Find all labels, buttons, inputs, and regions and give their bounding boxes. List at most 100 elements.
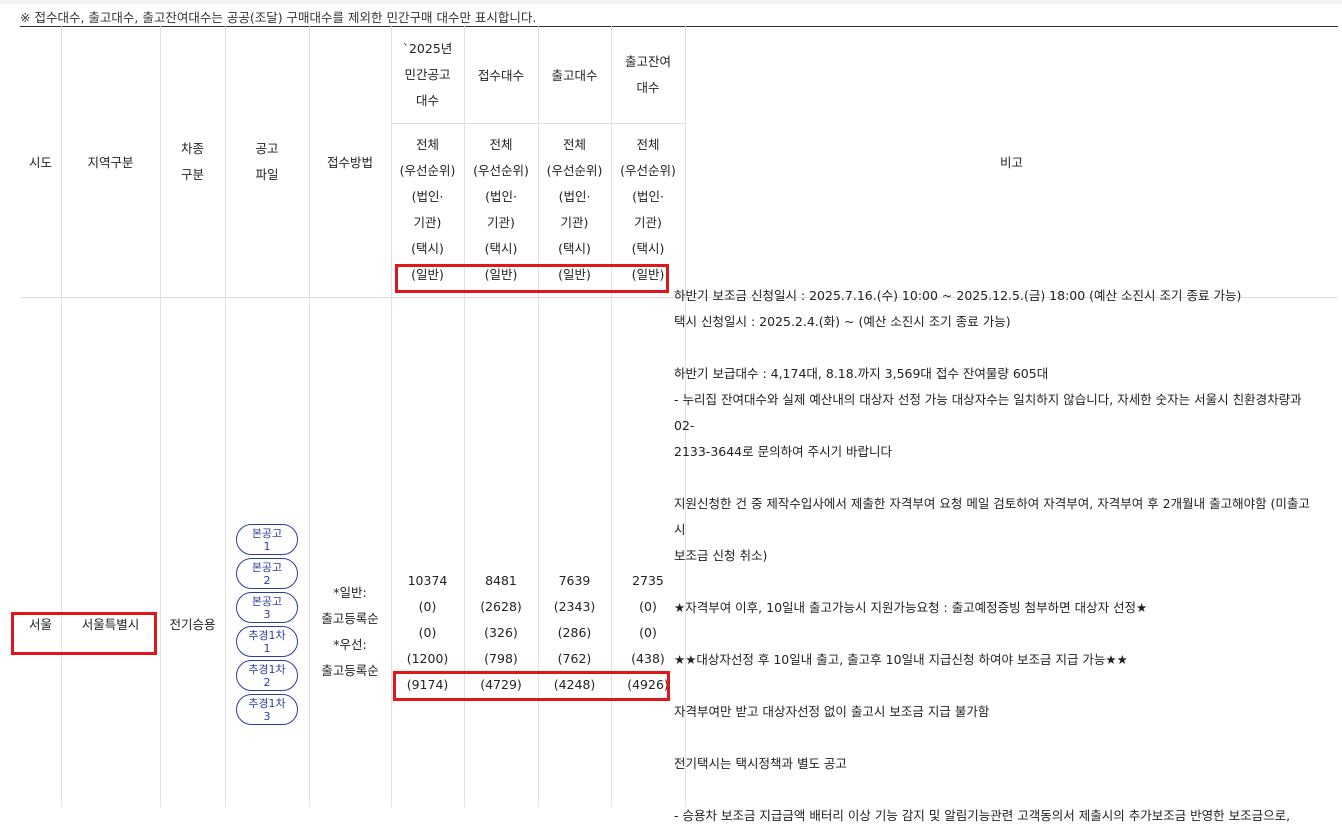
button-number: 3 — [263, 607, 271, 621]
value: (0) — [418, 599, 437, 614]
value: (286) — [557, 625, 592, 640]
notice-file-buttons: 본공고 1 본공고 2 본공고 3 추경1차 1 추경1차 2 추경1차 3 — [234, 524, 300, 725]
button-number: 1 — [263, 641, 271, 655]
button-number: 1 — [263, 539, 271, 553]
remark-line — [674, 673, 1314, 699]
button-label: 추경1차 — [248, 696, 286, 710]
method-line: 출고등록순 — [321, 611, 379, 626]
notice-button-main-2[interactable]: 본공고 2 — [236, 558, 298, 589]
sub-label: 전체 — [562, 137, 586, 152]
remark-line: 자격부여만 받고 대상자선정 없이 출고시 보조금 지급 불가함 — [674, 704, 990, 719]
sub-label: (택시) — [631, 241, 665, 256]
remark-line: 전기택시는 택시정책과 별도 공고 — [674, 756, 847, 771]
header-region: 지역구분 — [87, 155, 134, 170]
value: (0) — [639, 625, 657, 640]
sub-label: (법인· — [485, 189, 517, 204]
button-number: 2 — [263, 573, 271, 587]
header-car-type-line1: 차종 — [180, 140, 204, 156]
button-label: 본공고 — [251, 560, 283, 574]
row-method: *일반: 출고등록순 *우선: 출고등록순 — [309, 578, 391, 686]
value: (798) — [484, 651, 518, 666]
method-line: *일반: — [333, 585, 367, 600]
header-remaining-line1: 출고잔여 — [624, 53, 671, 69]
remark-line: 택시 신청일시 : 2025.2.4.(화) ~ (예산 소진시 조기 종료 가… — [674, 314, 1011, 329]
header-budget-line1: `2025년 — [402, 40, 453, 56]
remark-line: ★자격부여 이후, 10일내 출고가능시 지원가능요청 : 출고예정증빙 첨부하… — [674, 600, 1148, 615]
highlight-seoul-row — [11, 612, 157, 655]
header-car-type: 차종구분 — [160, 26, 225, 297]
header-budget-line3: 대수 — [415, 92, 439, 108]
button-label: 추경1차 — [248, 662, 286, 676]
remark-line — [674, 335, 1314, 361]
sub-label: (우선순위) — [546, 163, 603, 178]
remark-line — [674, 777, 1314, 803]
sub-label: 전체 — [489, 137, 513, 152]
value: 7639 — [558, 573, 591, 588]
header-notice-file-line2: 파일 — [255, 166, 279, 182]
sub-label: (법인· — [632, 189, 664, 204]
sub-label: (택시) — [558, 241, 591, 256]
remark-line — [674, 725, 1314, 751]
sub-label: (우선순위) — [473, 163, 529, 178]
button-label: 본공고 — [251, 594, 283, 608]
sub-label: (법인· — [558, 189, 591, 204]
highlight-general-values — [393, 671, 670, 701]
header-sido: 시도 — [28, 155, 52, 170]
header-notice-file-line1: 공고 — [255, 140, 279, 156]
remark-line: 하반기 보조금 신청일시 : 2025.7.16.(수) 10:00 ~ 202… — [674, 288, 1242, 303]
value: (438) — [631, 651, 665, 666]
header-received: 접수대수 — [477, 68, 524, 83]
sub-label: 기관) — [560, 215, 589, 230]
row-car-type: 전기승용 — [169, 616, 216, 632]
remark-line — [674, 621, 1314, 647]
button-label: 추경1차 — [248, 628, 286, 642]
remark-line: 2133-3644로 문의하여 주시기 바랍니다 — [674, 444, 893, 459]
notice-text: ※ 접수대수, 출고대수, 출고잔여대수는 공공(조달) 구매대수를 제외한 민… — [20, 10, 537, 25]
header-released: 출고대수 — [551, 68, 598, 83]
value: 8481 — [485, 573, 517, 588]
remark-line: 지원신청한 건 중 제작수입사에서 제출한 자격부여 요청 메일 검토하여 자격… — [674, 496, 1310, 537]
highlight-general-header — [395, 264, 669, 293]
remark-line — [674, 569, 1314, 595]
value: (326) — [484, 625, 518, 640]
remarks-content: 하반기 보조금 신청일시 : 2025.7.16.(수) 10:00 ~ 202… — [674, 283, 1314, 829]
sub-label: (택시) — [484, 241, 518, 256]
header-notice-file: 공고파일 — [225, 26, 309, 297]
sub-label: (우선순위) — [620, 163, 676, 178]
header-budget-line2: 민간공고 — [404, 66, 451, 82]
remark-line: 하반기 보급대수 : 4,174대, 8.18.까지 3,569대 접수 잔여물… — [674, 366, 1049, 381]
header-remaining-line2: 대수 — [636, 79, 660, 95]
value: (2343) — [553, 599, 596, 614]
sub-label: 기관) — [634, 215, 662, 230]
value: (2628) — [480, 599, 522, 614]
sub-label: (우선순위) — [399, 163, 456, 178]
sub-label: 기관) — [487, 215, 515, 230]
header-car-type-line2: 구분 — [180, 166, 204, 182]
notice-button-supp-3[interactable]: 추경1차 3 — [236, 694, 298, 725]
header-remaining: 출고잔여대수 — [611, 26, 685, 123]
header-remarks: 비고 — [999, 155, 1023, 170]
header-method: 접수방법 — [326, 155, 373, 170]
notice-button-main-1[interactable]: 본공고 1 — [236, 524, 298, 555]
remark-line: 보조금 신청 취소) — [674, 548, 768, 563]
button-label: 본공고 — [251, 526, 283, 540]
sub-label: 전체 — [636, 137, 660, 152]
sub-label: 전체 — [415, 137, 439, 152]
value: (1200) — [406, 651, 449, 666]
notice-button-main-3[interactable]: 본공고 3 — [236, 592, 298, 623]
remark-line: - 누리집 잔여대수와 실제 예산내의 대상자 선정 가능 대상자수는 일치하지… — [674, 392, 1302, 433]
remark-line — [674, 465, 1314, 491]
value: (0) — [639, 599, 657, 614]
value: 10374 — [407, 573, 448, 588]
method-line: *우선: — [333, 637, 367, 652]
sub-label: (법인· — [411, 189, 444, 204]
notice-button-supp-1[interactable]: 추경1차 1 — [236, 626, 298, 657]
button-number: 2 — [263, 675, 271, 689]
value: (0) — [418, 625, 437, 640]
sub-label: 기관) — [413, 215, 442, 230]
notice-button-supp-2[interactable]: 추경1차 2 — [236, 660, 298, 691]
remark-line: ★★대상자선정 후 10일내 출고, 출고후 10일내 지급신청 하여야 보조금… — [674, 652, 1128, 667]
value: 2735 — [632, 573, 664, 588]
button-number: 3 — [263, 709, 271, 723]
header-budget: `2025년민간공고대수 — [391, 26, 464, 123]
